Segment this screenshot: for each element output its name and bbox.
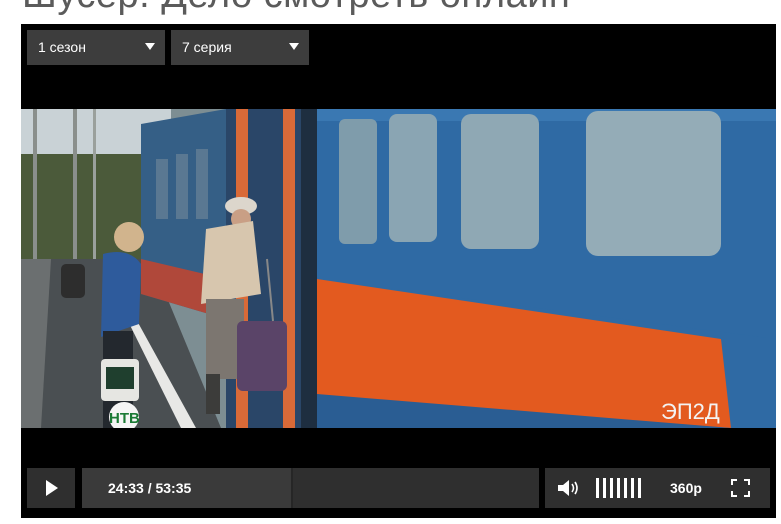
fullscreen-icon[interactable] [731, 479, 750, 497]
volume-bar [603, 478, 606, 498]
season-select[interactable]: 1 сезон [27, 30, 165, 65]
volume-bar [596, 478, 599, 498]
player-controls: 24:33 / 53:35 360p [21, 468, 776, 508]
episode-select-value: 7 серия [182, 39, 232, 55]
chevron-down-icon [145, 43, 155, 50]
quality-button[interactable]: 360p [670, 468, 702, 508]
volume-bar [610, 478, 613, 498]
time-display: 24:33 / 53:35 [108, 480, 192, 496]
volume-slider[interactable] [596, 478, 645, 498]
progress-bar[interactable]: 24:33 / 53:35 [82, 468, 539, 508]
train-number-text: ЭП2Д [661, 399, 720, 424]
volume-bar [638, 478, 641, 498]
volume-bar [617, 478, 620, 498]
progress-handle[interactable] [291, 468, 294, 508]
page-title: Шусер. Дело смотреть онлайн [22, 0, 570, 17]
volume-bar [624, 478, 627, 498]
episode-select[interactable]: 7 серия [171, 30, 309, 65]
play-icon [46, 480, 58, 496]
right-controls: 360p [545, 468, 770, 508]
volume-bar [631, 478, 634, 498]
video-player: 1 сезон 7 серия ЭП2Д НТВ 24:33 / 53:35 3… [21, 24, 776, 518]
chevron-down-icon [289, 43, 299, 50]
volume-icon[interactable] [557, 478, 583, 498]
play-button[interactable] [27, 468, 75, 508]
season-select-value: 1 сезон [38, 39, 86, 55]
channel-logo: НТВ [109, 410, 140, 427]
video-frame[interactable]: ЭП2Д НТВ [21, 109, 776, 428]
